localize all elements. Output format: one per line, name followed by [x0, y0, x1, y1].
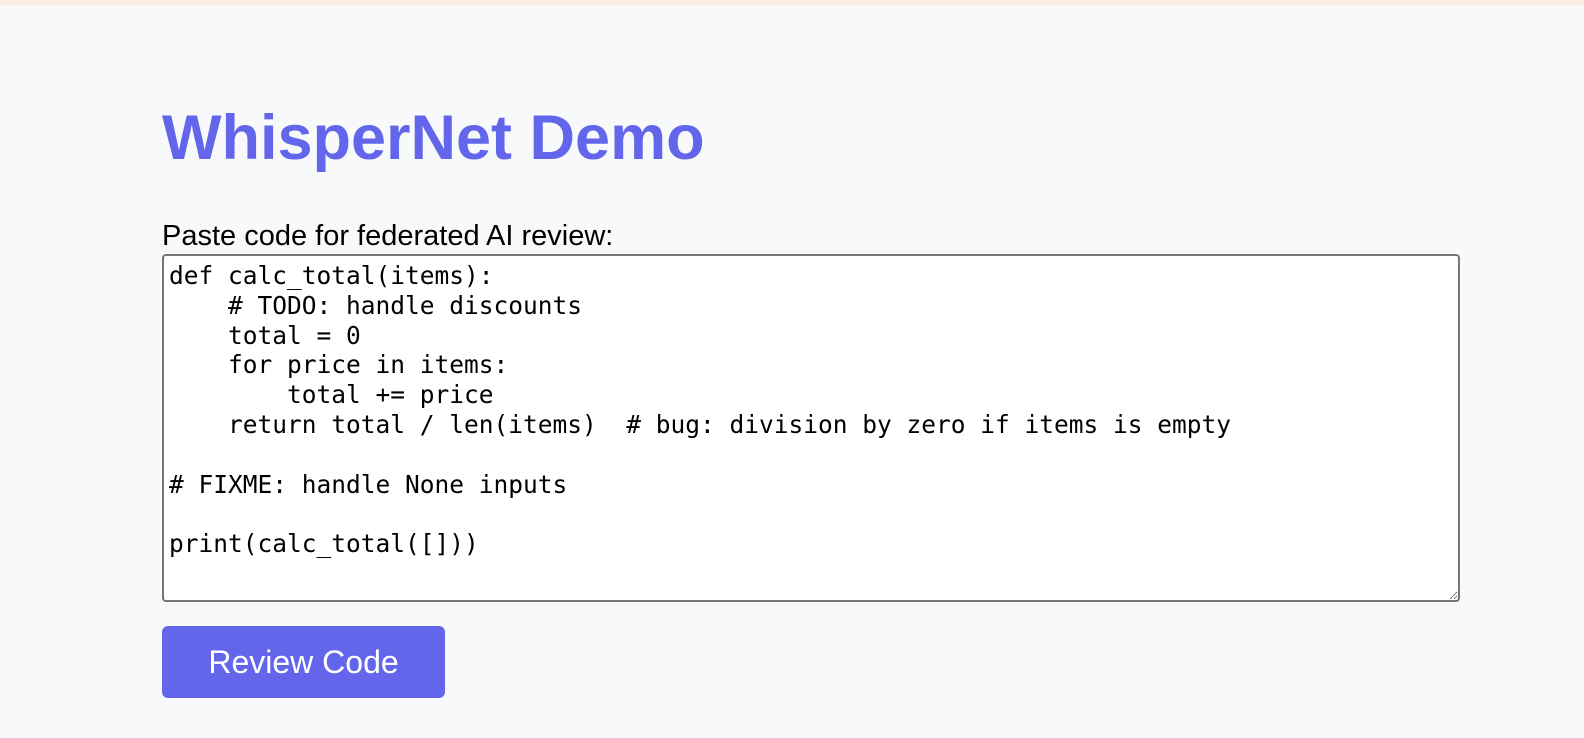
review-code-button[interactable]: Review Code: [162, 626, 445, 698]
page-title: WhisperNet Demo: [162, 103, 705, 173]
code-input[interactable]: def calc_total(items): # TODO: handle di…: [162, 254, 1460, 602]
top-border: [0, 0, 1584, 5]
code-input-label: Paste code for federated AI review:: [162, 220, 614, 252]
